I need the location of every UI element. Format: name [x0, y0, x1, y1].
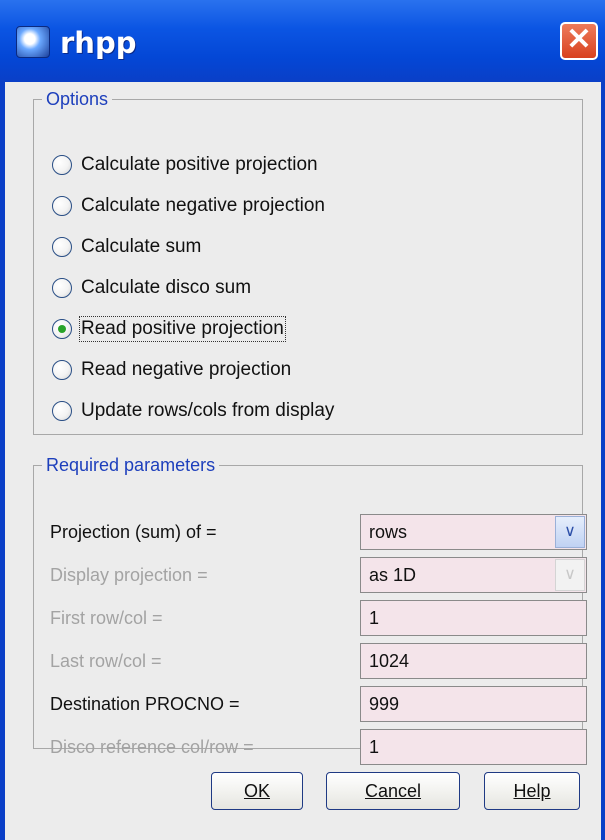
radio-label: Calculate sum: [81, 236, 202, 257]
cancel-button[interactable]: Cancel: [326, 772, 460, 810]
title-bar[interactable]: rhpp ✕: [0, 0, 605, 82]
radio-label: Read negative projection: [81, 359, 292, 380]
cancel-label: Cancel: [364, 781, 422, 801]
radio-calculate-positive[interactable]: Calculate positive projection: [52, 150, 318, 180]
select-value: rows: [369, 522, 408, 542]
radio-button[interactable]: [52, 278, 72, 298]
radio-label: Calculate negative projection: [81, 195, 325, 216]
radio-label: Read positive projection: [79, 316, 286, 342]
radio-label: Calculate disco sum: [81, 277, 252, 298]
param-label-destination-procno: Destination PROCNO =: [50, 694, 240, 714]
first-row-input[interactable]: 1: [360, 600, 587, 636]
radio-button[interactable]: [52, 155, 72, 175]
ok-button[interactable]: OK: [211, 772, 303, 810]
options-group: Options Calculate positive projection Ca…: [33, 89, 583, 435]
ok-label: OK: [243, 781, 270, 801]
options-legend: Options: [46, 89, 109, 109]
radio-button-selected[interactable]: [52, 319, 72, 339]
destination-procno-input[interactable]: 999: [360, 686, 587, 722]
param-label-display-projection: Display projection =: [50, 565, 208, 585]
chevron-down-icon[interactable]: ∨: [555, 516, 585, 548]
radio-label: Update rows/cols from display: [81, 400, 335, 421]
radio-read-positive[interactable]: Read positive projection: [52, 314, 286, 344]
select-value: as 1D: [369, 565, 417, 585]
close-icon: ✕: [566, 23, 592, 56]
chevron-down-icon[interactable]: ∨: [555, 559, 585, 591]
params-legend: Required parameters: [46, 455, 216, 475]
disco-reference-input[interactable]: 1: [360, 729, 587, 765]
radio-button[interactable]: [52, 401, 72, 421]
radio-button[interactable]: [52, 237, 72, 257]
radio-calculate-sum[interactable]: Calculate sum: [52, 232, 201, 262]
radio-read-negative[interactable]: Read negative projection: [52, 355, 291, 385]
radio-calculate-disco-sum[interactable]: Calculate disco sum: [52, 273, 251, 303]
radio-label: Calculate positive projection: [81, 154, 318, 175]
radio-calculate-negative[interactable]: Calculate negative projection: [52, 191, 325, 221]
last-row-input[interactable]: 1024: [360, 643, 587, 679]
display-projection-select[interactable]: as 1D ∨: [360, 557, 587, 593]
param-label-projection: Projection (sum) of =: [50, 522, 217, 542]
radio-button[interactable]: [52, 196, 72, 216]
param-label-disco-reference: Disco reference col/row =: [50, 737, 254, 757]
dialog-content: Options Calculate positive projection Ca…: [5, 82, 601, 840]
help-label: Help: [513, 781, 551, 801]
close-button[interactable]: ✕: [560, 22, 598, 60]
projection-select[interactable]: rows ∨: [360, 514, 587, 550]
help-button[interactable]: Help: [484, 772, 580, 810]
window-title: rhpp: [60, 26, 137, 60]
radio-update-rows-cols[interactable]: Update rows/cols from display: [52, 396, 334, 426]
radio-button[interactable]: [52, 360, 72, 380]
param-label-last-row: Last row/col =: [50, 651, 162, 671]
app-icon: [16, 26, 50, 58]
required-parameters-group: Required parameters Projection (sum) of …: [33, 455, 587, 765]
dialog-window: rhpp ✕ Options Calculate positive projec…: [0, 0, 605, 840]
param-label-first-row: First row/col =: [50, 608, 163, 628]
